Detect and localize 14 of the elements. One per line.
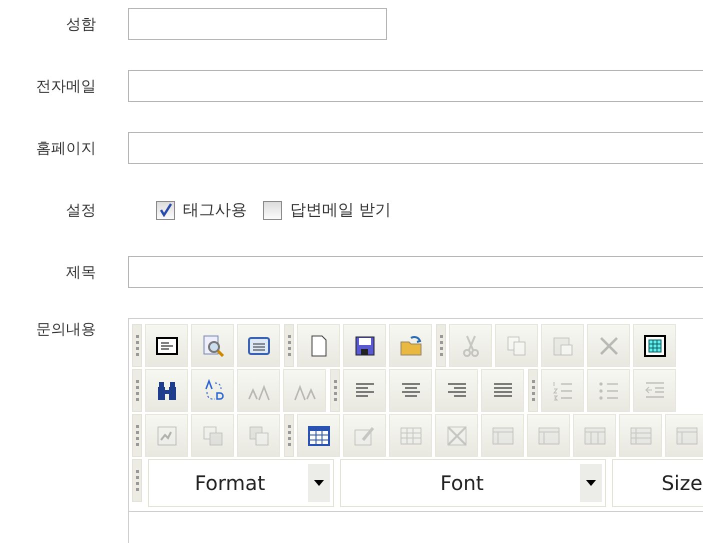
dropdown-value: Format: [194, 470, 266, 497]
dropdown-field[interactable]: Font: [340, 459, 606, 507]
dropdown-field[interactable]: Size: [612, 459, 703, 507]
field-label: 설정: [65, 200, 96, 221]
field-label: 문의내용: [35, 319, 96, 340]
dropdown-field[interactable]: Format: [148, 459, 334, 507]
field-label: 성함: [65, 14, 96, 35]
dropdown-value: Size: [660, 470, 703, 497]
field-label: 홈페이지: [35, 138, 96, 159]
checkbox-label: 태그사용: [183, 199, 247, 221]
field-label: 제목: [65, 262, 96, 283]
checkbox-label: 답변메일 받기: [290, 199, 392, 221]
field-label: 전자메일: [35, 76, 96, 97]
dropdown-value: Font: [439, 470, 485, 497]
